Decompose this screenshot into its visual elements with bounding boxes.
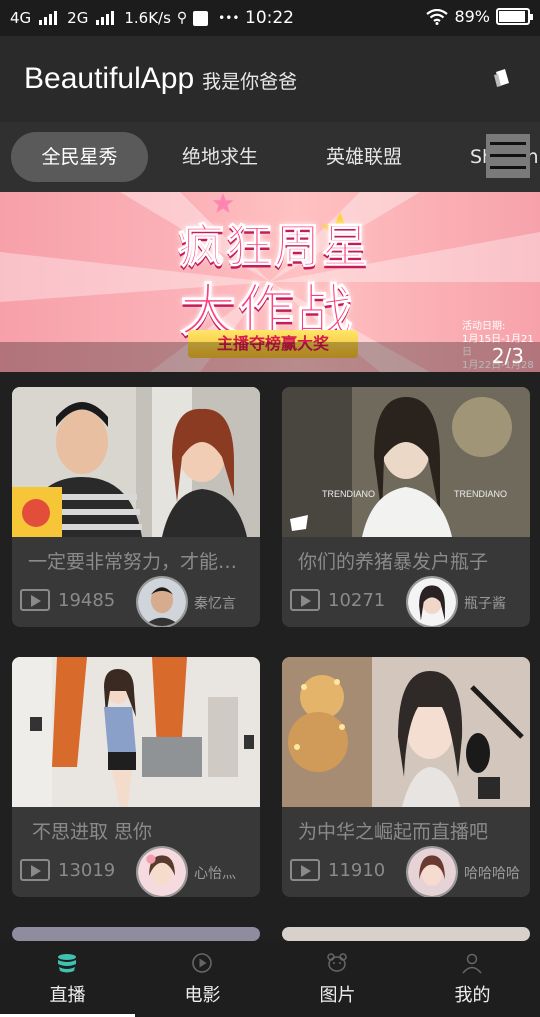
tab-label: 全民星秀 <box>41 146 118 168</box>
play-count-icon <box>20 859 50 881</box>
stream-thumbnail <box>282 657 530 807</box>
banner-page-indicator: 2/3 <box>491 344 524 368</box>
signal2-icon <box>96 11 115 25</box>
promo-banner[interactable]: 疯狂周星 大作战 主播夺榜赢大奖 活动日期: 1月15日-1月21日 1月22日… <box>0 192 540 372</box>
nav-movie[interactable]: 电影 <box>135 941 270 1017</box>
stream-title: 为中华之崛起而直播吧 <box>298 821 489 843</box>
anchor-avatar[interactable] <box>136 846 188 897</box>
view-count: 11910 <box>328 860 386 881</box>
anchor-avatar[interactable] <box>406 576 458 627</box>
bottom-nav: 直播 电影 图片 我的 <box>0 941 540 1017</box>
nav-label: 图片 <box>319 985 356 1006</box>
nav-label: 电影 <box>184 985 221 1006</box>
battery-percent: 89% <box>454 7 490 26</box>
view-count: 13019 <box>58 860 116 881</box>
stream-card-partial[interactable] <box>282 927 530 941</box>
clock: 10:22 <box>245 8 294 28</box>
banner-overlay <box>0 342 540 372</box>
app-subtitle: 我是你爸爸 <box>202 70 298 93</box>
nav-mine[interactable]: 我的 <box>405 941 540 1017</box>
live-cup-icon <box>58 954 76 973</box>
nav-live[interactable]: 直播 <box>0 941 135 1017</box>
play-count-icon <box>290 859 320 881</box>
stream-title: 一定要非常努力，才能看起来毫不费力 <box>28 551 248 573</box>
network2-label: 2G <box>67 9 89 27</box>
tab-pubg[interactable]: 绝地求生 <box>182 132 258 182</box>
banner-date-label: 活动日期: <box>462 321 506 332</box>
signal1-icon <box>39 11 58 25</box>
speed-label: 1.6K/s <box>124 9 171 27</box>
stream-card[interactable]: 为中华之崛起而直播吧 11910 哈哈哈哈 <box>282 657 530 897</box>
app-title: BeautifulApp <box>24 62 195 95</box>
view-count: 10271 <box>328 590 386 611</box>
wifi-icon <box>426 8 449 25</box>
status-bar: 4G 2G 1.6K/s ⚲ ••• 10:22 89% <box>0 0 540 36</box>
tab-label: 英雄联盟 <box>326 146 403 168</box>
play-count-icon <box>290 589 320 611</box>
tab-label: 绝地求生 <box>182 146 259 168</box>
thumb-brand: TRENDIANO <box>322 489 375 499</box>
thumb-brand-2: TRENDIANO <box>454 489 507 499</box>
app-bar: BeautifulApp 我是你爸爸 <box>0 36 540 122</box>
anchor-name: 秦忆言 <box>194 596 236 612</box>
anchor-name: 哈哈哈哈 <box>464 866 520 882</box>
stream-card[interactable]: 不思进取 思你 13019 心怡灬 <box>12 657 260 897</box>
battery-icon <box>496 8 533 25</box>
more-dots: ••• <box>218 11 240 25</box>
network1-label: 4G <box>10 9 32 27</box>
tab-lol[interactable]: 英雄联盟 <box>326 132 402 182</box>
stream-thumbnail: TRENDIANO TRENDIANO <box>282 387 530 537</box>
person-icon <box>462 953 482 974</box>
hamburger-menu-icon[interactable] <box>486 134 530 178</box>
anchor-avatar[interactable] <box>406 846 458 897</box>
nav-label: 我的 <box>454 985 491 1006</box>
view-count: 19485 <box>58 590 116 611</box>
stream-title: 你们的养猪暴发户瓶子 <box>298 551 489 573</box>
cards-icon[interactable] <box>490 66 514 90</box>
stream-thumbnail <box>12 657 260 807</box>
category-tabs: 全民星秀 绝地求生 英雄联盟 Showin <box>0 122 540 192</box>
stream-card[interactable]: TRENDIANO TRENDIANO 你们的养猪暴发户瓶子 10271 瓶子酱 <box>282 387 530 627</box>
movie-play-icon <box>192 953 212 973</box>
play-count-icon <box>20 589 50 611</box>
stream-card[interactable]: 一定要非常努力，才能看起来毫不费力 19485 秦忆言 <box>12 387 260 627</box>
anchor-name: 心怡灬 <box>194 866 236 882</box>
nav-pictures[interactable]: 图片 <box>270 941 405 1017</box>
nav-label: 直播 <box>49 985 86 1006</box>
bear-icon <box>327 953 347 972</box>
anchor-name: 瓶子酱 <box>464 596 506 612</box>
tab-quanmin[interactable]: 全民星秀 <box>11 132 148 182</box>
stream-thumbnail <box>12 387 260 537</box>
usb-icon: ⚲ <box>176 10 188 26</box>
stream-card-partial[interactable] <box>12 927 260 941</box>
notification-icon <box>193 10 209 26</box>
stream-title: 不思进取 思你 <box>32 821 153 843</box>
anchor-avatar[interactable] <box>136 576 188 627</box>
